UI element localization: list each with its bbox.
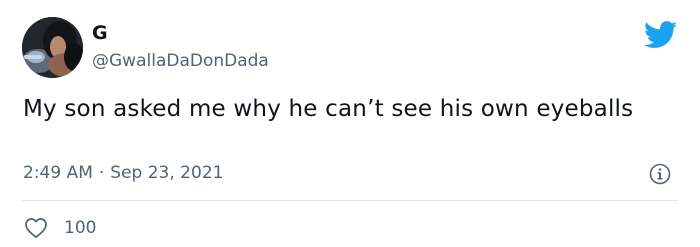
like-button[interactable]: 100 (24, 216, 96, 240)
avatar[interactable] (22, 17, 83, 78)
meta-separator: · (98, 163, 105, 183)
user-avatar-photo (22, 17, 83, 78)
tweet-time[interactable]: 2:49 AM (23, 163, 93, 183)
tweet-card: G @GwallaDaDonDada My son asked me why h… (0, 0, 700, 247)
tweet-date[interactable]: Sep 23, 2021 (110, 163, 223, 183)
info-icon[interactable] (649, 163, 671, 185)
display-name[interactable]: G (92, 22, 108, 44)
tweet-timestamp[interactable]: 2:49 AM · Sep 23, 2021 (23, 162, 223, 184)
tweet-text: My son asked me why he can’t see his own… (23, 96, 634, 122)
like-count: 100 (64, 218, 97, 238)
divider (22, 200, 678, 201)
user-handle[interactable]: @GwallaDaDonDada (92, 50, 269, 72)
twitter-bird-icon[interactable] (643, 21, 678, 49)
heart-outline-icon[interactable] (24, 217, 48, 239)
